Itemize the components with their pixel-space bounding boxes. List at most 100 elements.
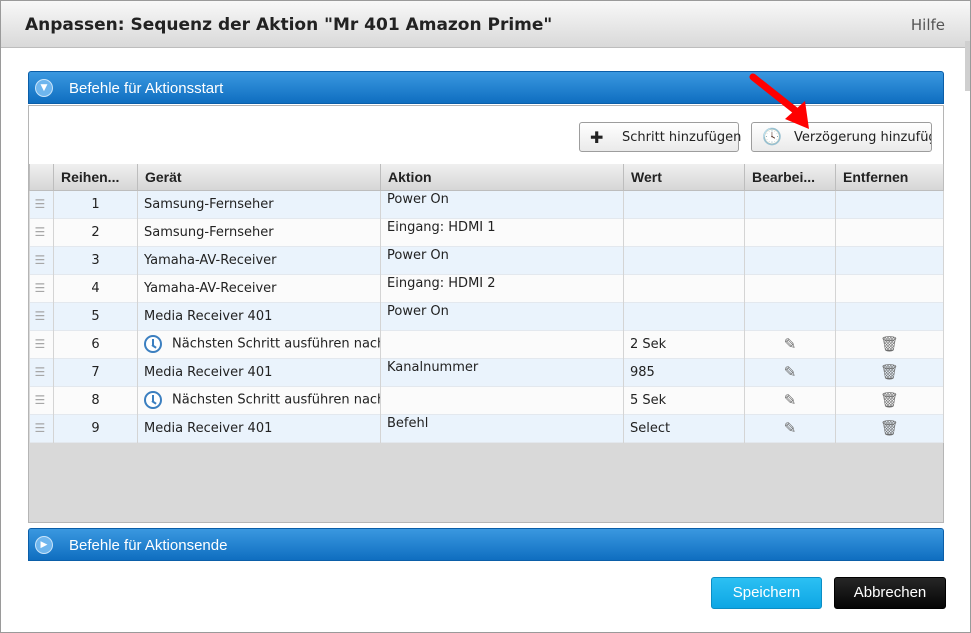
edit-cell[interactable]: ✎ (744, 414, 836, 442)
drag-handle-icon[interactable]: ☰ (29, 274, 54, 302)
device-cell: Nächsten Schritt ausführen nach (137, 386, 381, 414)
remove-cell[interactable]: 🗑 (835, 330, 944, 358)
drag-handle-icon[interactable]: ☰ (29, 218, 54, 246)
table-row[interactable]: ☰ 5 Media Receiver 401 Power On (29, 302, 944, 330)
remove-cell (835, 246, 944, 274)
table-row[interactable]: ☰ 6 Nächsten Schritt ausführen nach 2 Sek ✎ 🗑 (29, 330, 944, 358)
drag-handle-icon[interactable]: ☰ (29, 190, 54, 218)
edit-cell[interactable]: ✎ (744, 358, 836, 386)
drag-handle-icon[interactable]: ☰ (29, 330, 54, 358)
edit-cell (744, 246, 836, 274)
trash-icon[interactable]: 🗑 (880, 363, 899, 381)
pencil-icon[interactable]: ✎ (784, 419, 797, 437)
expand-chevron-icon[interactable]: ▶ (35, 536, 53, 554)
order-cell: 4 (53, 274, 138, 302)
edit-cell[interactable]: ✎ (744, 330, 836, 358)
table-row[interactable]: ☰ 8 Nächsten Schritt ausführen nach 5 Sek ✎ 🗑 (29, 386, 944, 414)
dialog-titlebar: Anpassen: Sequenz der Aktion "Mr 401 Ama… (1, 1, 970, 48)
device-label: Yamaha-AV-Receiver (144, 280, 277, 296)
edit-cell (744, 274, 836, 302)
order-cell: 1 (53, 190, 138, 218)
edit-cell (744, 218, 836, 246)
device-label: Media Receiver 401 (144, 308, 273, 324)
customize-sequence-dialog: Anpassen: Sequenz der Aktion "Mr 401 Ama… (0, 0, 971, 633)
section-end-header[interactable]: ▶ Befehle für Aktionsende (28, 528, 944, 561)
trash-icon[interactable]: 🗑 (880, 419, 899, 437)
device-column-header[interactable]: Gerät (137, 164, 381, 191)
order-cell: 7 (53, 358, 138, 386)
cancel-button[interactable]: Abbrechen (834, 577, 946, 609)
scrollbar[interactable] (965, 41, 970, 91)
section-start-label: Befehle für Aktionsstart (69, 80, 224, 97)
table-header-row: Reihen... Gerät Aktion Wert Bearbei... E… (29, 164, 944, 191)
dialog-title: Anpassen: Sequenz der Aktion "Mr 401 Ama… (25, 15, 553, 35)
value-cell: 2 Sek (623, 330, 745, 358)
remove-cell[interactable]: 🗑 (835, 386, 944, 414)
device-cell: Yamaha-AV-Receiver (137, 274, 381, 302)
table-row[interactable]: ☰ 1 Samsung-Fernseher Power On (29, 190, 944, 218)
table-row[interactable]: ☰ 2 Samsung-Fernseher Eingang: HDMI 1 (29, 218, 944, 246)
start-commands-panel: ✚ Schritt hinzufügen 🕓 Verzögerung hinzu… (28, 105, 944, 523)
pencil-icon[interactable]: ✎ (784, 335, 797, 353)
plus-icon: ✚ (590, 128, 604, 147)
action-cell: Power On (380, 190, 624, 218)
order-column-header[interactable]: Reihen... (53, 164, 138, 191)
save-button[interactable]: Speichern (711, 577, 822, 609)
edit-cell[interactable]: ✎ (744, 386, 836, 414)
drag-handle-icon[interactable]: ☰ (29, 414, 54, 442)
value-cell (623, 246, 745, 274)
table-row[interactable]: ☰ 7 Media Receiver 401 Kanalnummer 985 ✎ 🗑 (29, 358, 944, 386)
pencil-icon[interactable]: ✎ (784, 391, 797, 409)
action-cell: Power On (380, 246, 624, 274)
device-cell: Media Receiver 401 (137, 302, 381, 330)
order-cell: 9 (53, 414, 138, 442)
trash-icon[interactable]: 🗑 (880, 335, 899, 353)
device-label: Nächsten Schritt ausführen nach (172, 392, 381, 408)
edit-cell (744, 190, 836, 218)
value-cell: 5 Sek (623, 386, 745, 414)
order-cell: 8 (53, 386, 138, 414)
remove-cell[interactable]: 🗑 (835, 358, 944, 386)
drag-column-header (29, 164, 54, 191)
add-step-button[interactable]: ✚ Schritt hinzufügen (579, 122, 742, 152)
value-cell (623, 218, 745, 246)
remove-column-header[interactable]: Entfernen (835, 164, 944, 191)
device-cell: Media Receiver 401 (137, 358, 381, 386)
value-cell: Select (623, 414, 745, 442)
drag-handle-icon[interactable]: ☰ (29, 246, 54, 274)
device-label: Samsung-Fernseher (144, 224, 274, 240)
drag-handle-icon[interactable]: ☰ (29, 386, 54, 414)
add-step-label: Schritt hinzufügen (622, 130, 742, 145)
action-cell (380, 330, 624, 358)
value-cell (623, 274, 745, 302)
sequence-table: Reihen... Gerät Aktion Wert Bearbei... E… (29, 164, 944, 443)
remove-cell (835, 218, 944, 246)
action-cell: Eingang: HDMI 2 (380, 274, 624, 302)
section-end-label: Befehle für Aktionsende (69, 537, 228, 554)
collapse-chevron-icon[interactable]: ▼ (35, 79, 53, 97)
action-cell: Power On (380, 302, 624, 330)
drag-handle-icon[interactable]: ☰ (29, 358, 54, 386)
trash-icon[interactable]: 🗑 (880, 391, 899, 409)
order-cell: 6 (53, 330, 138, 358)
table-row[interactable]: ☰ 3 Yamaha-AV-Receiver Power On (29, 246, 944, 274)
help-link[interactable]: Hilfe (911, 16, 945, 34)
action-column-header[interactable]: Aktion (380, 164, 624, 191)
clock-icon (144, 391, 162, 409)
order-cell: 5 (53, 302, 138, 330)
remove-cell (835, 274, 944, 302)
table-row[interactable]: ☰ 4 Yamaha-AV-Receiver Eingang: HDMI 2 (29, 274, 944, 302)
value-column-header[interactable]: Wert (623, 164, 745, 191)
pencil-icon[interactable]: ✎ (784, 363, 797, 381)
remove-cell[interactable]: 🗑 (835, 414, 944, 442)
device-label: Yamaha-AV-Receiver (144, 252, 277, 268)
annotation-arrow-icon (749, 73, 809, 129)
drag-handle-icon[interactable]: ☰ (29, 302, 54, 330)
device-label: Samsung-Fernseher (144, 196, 274, 212)
edit-column-header[interactable]: Bearbei... (744, 164, 836, 191)
table-row[interactable]: ☰ 9 Media Receiver 401 Befehl Select ✎ 🗑 (29, 414, 944, 442)
order-cell: 3 (53, 246, 138, 274)
device-label: Nächsten Schritt ausführen nach (172, 336, 381, 352)
device-cell: Nächsten Schritt ausführen nach (137, 330, 381, 358)
device-label: Media Receiver 401 (144, 420, 273, 436)
